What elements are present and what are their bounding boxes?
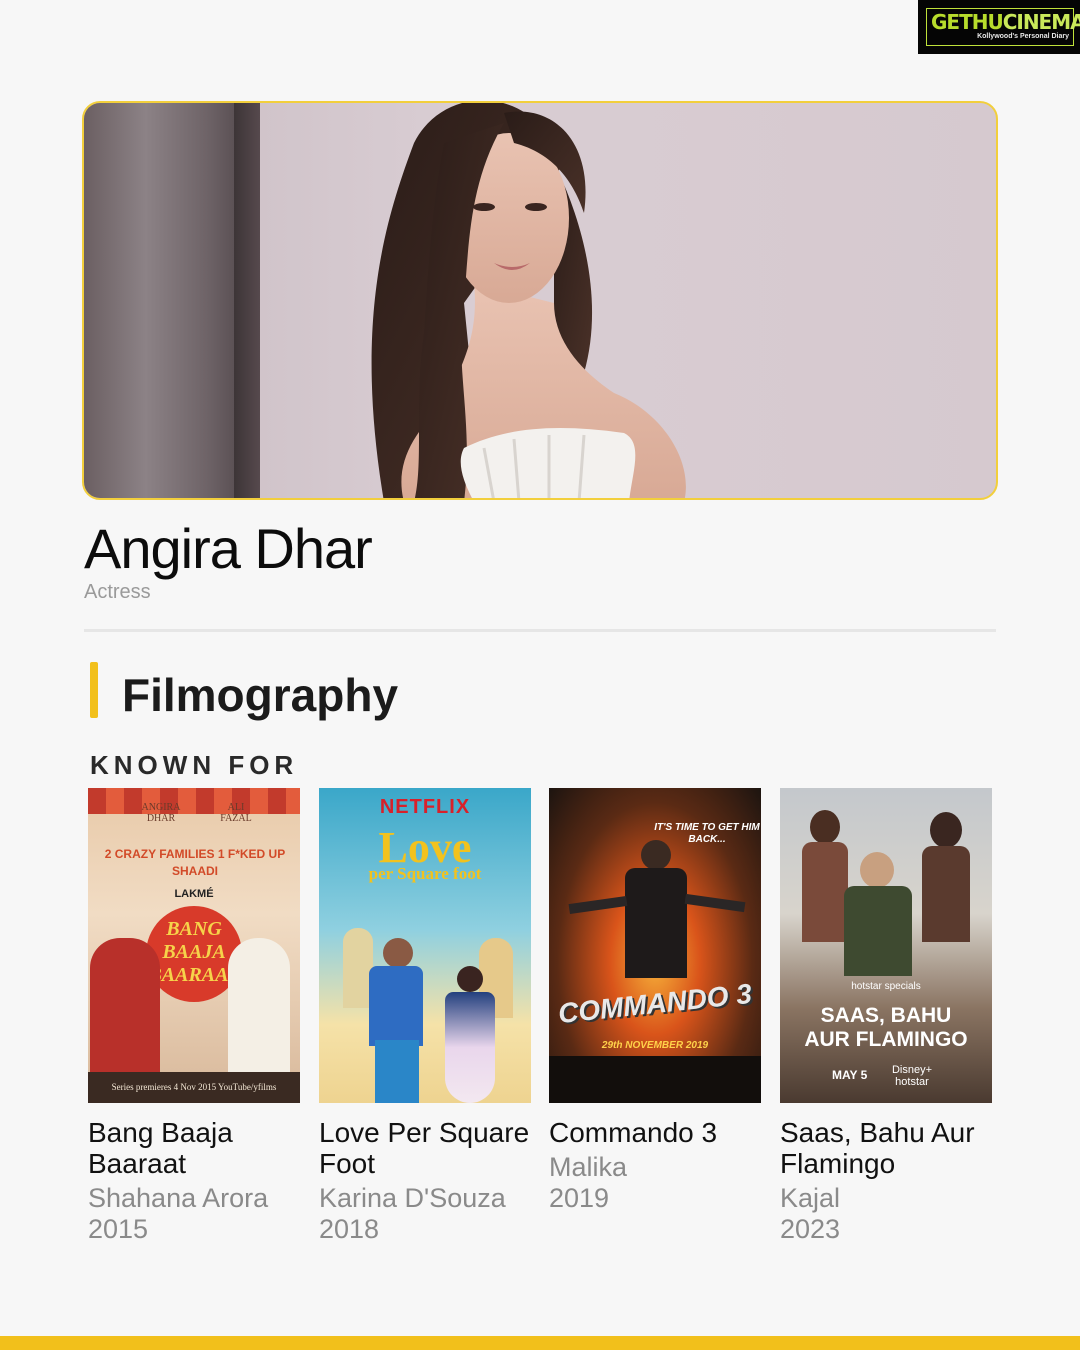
film-poster[interactable]: NETFLIX Love per Square foot: [319, 788, 531, 1103]
poster-platform: Disney+ hotstar: [891, 1064, 933, 1088]
film-year: 2023: [780, 1214, 841, 1244]
poster-brand: LAKMÉ: [174, 888, 214, 900]
film-character: Karina D'Souza: [319, 1183, 506, 1213]
watermark-brand-b: CINEMA: [1002, 10, 1080, 34]
poster-date: MAY 5: [832, 1068, 868, 1082]
film-title[interactable]: Love Per Square Foot: [319, 1117, 531, 1179]
film-title[interactable]: Commando 3: [549, 1117, 761, 1148]
film-year: 2018: [319, 1214, 380, 1244]
poster-brand: NETFLIX: [379, 796, 471, 818]
film-year: 2015: [88, 1214, 149, 1244]
portrait-illustration: [371, 103, 686, 498]
film-card-love-per-square-foot[interactable]: NETFLIX Love per Square foot Love Per Sq…: [319, 788, 531, 1245]
section-accent-bar: [90, 662, 98, 718]
poster-logo: BANG BAAJA BAARAAT: [148, 918, 240, 986]
poster-cast-2: ALI FAZAL: [220, 802, 252, 824]
poster-footer: Series premieres 4 Nov 2015 YouTube/yfil…: [111, 1082, 277, 1092]
poster-tagline: IT'S TIME TO GET HIM BACK...: [654, 822, 760, 845]
film-title[interactable]: Saas, Bahu Aur Flamingo: [780, 1117, 992, 1179]
watermark-brand-a: GETHU: [931, 10, 1004, 34]
poster-logo-a: SAAS, BAHU: [820, 1004, 952, 1027]
poster-cast-1: ANGIRA DHAR: [141, 802, 181, 824]
film-card-saas-bahu-aur-flamingo[interactable]: hotstar specials SAAS, BAHU AUR FLAMINGO…: [780, 788, 992, 1245]
section-title: Filmography: [122, 669, 399, 721]
film-card-bang-baaja-baaraat[interactable]: ANGIRA DHAR ALI FAZAL 2 CRAZY FAMILIES 1…: [88, 788, 300, 1245]
bottom-accent-bar: [0, 1336, 1080, 1350]
film-character: Malika: [549, 1152, 628, 1182]
film-character: Shahana Arora: [88, 1183, 269, 1213]
film-poster[interactable]: IT'S TIME TO GET HIM BACK... COMMANDO 3 …: [549, 788, 761, 1103]
watermark-tagline: Kollywood's Personal Diary: [977, 33, 1069, 40]
watermark-logo: GETHUCINEMA Kollywood's Personal Diary: [918, 0, 1080, 54]
poster-tagline: 2 CRAZY FAMILIES 1 F*KED UP SHAADI: [104, 847, 286, 878]
film-character: Kajal: [780, 1183, 841, 1213]
person-role: Actress: [84, 581, 151, 603]
poster-logo: COMMANDO 3: [556, 977, 754, 1030]
poster-date: 29th NOVEMBER 2019: [601, 1040, 709, 1051]
poster-logo-b: per Square foot: [368, 864, 482, 883]
film-poster[interactable]: hotstar specials SAAS, BAHU AUR FLAMINGO…: [780, 788, 992, 1103]
film-card-commando-3[interactable]: IT'S TIME TO GET HIM BACK... COMMANDO 3 …: [549, 788, 761, 1214]
divider: [84, 629, 996, 632]
poster-logo-b: AUR FLAMINGO: [804, 1028, 968, 1051]
film-year: 2019: [549, 1183, 610, 1213]
person-name: Angira Dhar: [84, 517, 373, 580]
film-poster[interactable]: ANGIRA DHAR ALI FAZAL 2 CRAZY FAMILIES 1…: [88, 788, 300, 1103]
profile-photo: [82, 101, 998, 500]
film-title[interactable]: Bang Baaja Baaraat: [88, 1117, 300, 1179]
poster-badge: hotstar specials: [851, 981, 921, 992]
known-for-label: KNOWN FOR: [90, 750, 299, 780]
